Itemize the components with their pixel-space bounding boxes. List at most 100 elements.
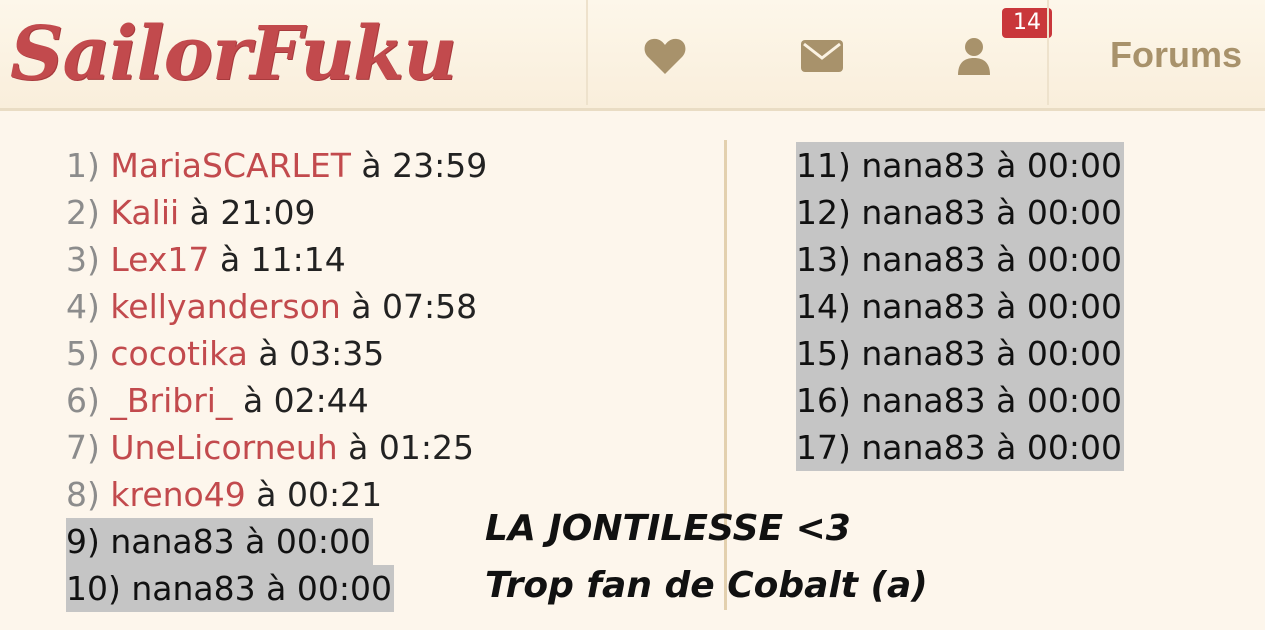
username-link[interactable]: kellyanderson (110, 287, 340, 326)
timestamp: 07:58 (381, 287, 478, 326)
ranking-row: 17) nana83 à 00:00 (796, 424, 1124, 471)
rank-number: 17) (796, 428, 851, 467)
rank-number: 5) (66, 334, 100, 373)
at-label: à (996, 146, 1017, 185)
timestamp: 11:14 (250, 240, 346, 279)
username-link[interactable]: nana83 (861, 428, 985, 467)
rank-number: 8) (66, 475, 100, 514)
username-link[interactable]: Kalii (110, 193, 179, 232)
ranking-entry: 9) nana83 à 00:00 (66, 518, 373, 565)
rank-number: 4) (66, 287, 100, 326)
rank-number: 16) (796, 381, 851, 420)
site-header: SailorFuku 14 Forums (0, 0, 1265, 111)
username-link[interactable]: UneLicorneuh (110, 428, 337, 467)
username-link[interactable]: nana83 (110, 522, 234, 561)
ranking-row: 3) Lex17 à 11:14 (66, 236, 487, 283)
username-link[interactable]: nana83 (861, 240, 985, 279)
at-label: à (996, 381, 1017, 420)
envelope-icon (801, 40, 843, 72)
username-link[interactable]: nana83 (861, 381, 985, 420)
at-label: à (266, 569, 287, 608)
ranking-entry: 7) UneLicorneuh à 01:25 (66, 428, 474, 467)
ranking-row: 10) nana83 à 00:00 (66, 565, 487, 612)
profile-button[interactable] (952, 34, 996, 78)
rank-number: 2) (66, 193, 100, 232)
forums-link[interactable]: Forums (1110, 30, 1242, 80)
ranking-list-right: 11) nana83 à 00:00 12) nana83 à 00:00 13) … (796, 142, 1124, 471)
ranking-entry: 11) nana83 à 00:00 (796, 142, 1124, 189)
at-label: à (258, 334, 279, 373)
ranking-row: 1) MariaSCARLET à 23:59 (66, 142, 487, 189)
at-label: à (219, 240, 241, 279)
ranking-entry: 15) nana83 à 00:00 (796, 330, 1124, 377)
at-label: à (256, 475, 277, 514)
favorites-button[interactable] (643, 34, 687, 78)
rank-number: 15) (796, 334, 851, 373)
username-link[interactable]: kreno49 (110, 475, 245, 514)
caption-line-2: Trop fan de Cobalt (a) (485, 565, 928, 606)
ranking-list-left: 1) MariaSCARLET à 23:59 2) Kalii à 21:09 3… (66, 142, 487, 612)
at-label: à (189, 193, 210, 232)
rank-number: 6) (66, 381, 100, 420)
heart-icon (644, 38, 686, 74)
ranking-entry: 4) kellyanderson à 07:58 (66, 287, 477, 326)
timestamp: 21:09 (220, 193, 316, 232)
at-label: à (996, 287, 1017, 326)
at-label: à (996, 240, 1017, 279)
timestamp: 00:21 (286, 475, 383, 514)
username-link[interactable]: cocotika (110, 334, 248, 373)
username-link[interactable]: _Bribri_ (110, 381, 232, 420)
ranking-entry: 13) nana83 à 00:00 (796, 236, 1124, 283)
nav-divider (1047, 0, 1049, 105)
site-logo[interactable]: SailorFuku (10, 4, 457, 104)
timestamp: 03:35 (289, 334, 385, 373)
at-label: à (242, 381, 264, 420)
username-link[interactable]: nana83 (861, 146, 985, 185)
ranking-row: 5) cocotika à 03:35 (66, 330, 487, 377)
caption-line-1: LA JONTILESSE <3 (485, 508, 851, 549)
username-link[interactable]: MariaSCARLET (110, 146, 351, 185)
ranking-row: 9) nana83 à 00:00 (66, 518, 487, 565)
timestamp: 01:25 (378, 428, 475, 467)
ranking-row: 7) UneLicorneuh à 01:25 (66, 424, 487, 471)
at-label: à (996, 193, 1017, 232)
username-link[interactable]: Lex17 (110, 240, 209, 279)
at-label: à (351, 287, 372, 326)
ranking-row: 6) _Bribri_ à 02:44 (66, 377, 487, 424)
ranking-entry: 8) kreno49 à 00:21 (66, 475, 382, 514)
timestamp: 00:00 (1026, 381, 1122, 420)
timestamp: 00:00 (1026, 428, 1122, 467)
at-label: à (361, 146, 382, 185)
ranking-row: 16) nana83 à 00:00 (796, 377, 1124, 424)
rank-number: 14) (796, 287, 851, 326)
ranking-row: 13) nana83 à 00:00 (796, 236, 1124, 283)
ranking-entry: 3) Lex17 à 11:14 (66, 240, 346, 279)
ranking-entry: 5) cocotika à 03:35 (66, 334, 384, 373)
ranking-entry: 1) MariaSCARLET à 23:59 (66, 146, 487, 185)
username-link[interactable]: nana83 (861, 334, 985, 373)
timestamp: 00:00 (1026, 240, 1122, 279)
timestamp: 02:44 (273, 381, 369, 420)
username-link[interactable]: nana83 (861, 287, 985, 326)
at-label: à (348, 428, 369, 467)
ranking-entry: 6) _Bribri_ à 02:44 (66, 381, 369, 420)
username-link[interactable]: nana83 (131, 569, 255, 608)
timestamp: 23:59 (392, 146, 488, 185)
ranking-entry: 17) nana83 à 00:00 (796, 424, 1124, 471)
ranking-entry: 14) nana83 à 00:00 (796, 283, 1124, 330)
ranking-entry: 12) nana83 à 00:00 (796, 189, 1124, 236)
timestamp: 00:00 (1026, 287, 1122, 326)
rank-number: 13) (796, 240, 851, 279)
ranking-row: 8) kreno49 à 00:21 (66, 471, 487, 518)
messages-button[interactable] (800, 34, 844, 78)
rank-number: 7) (66, 428, 100, 467)
timestamp: 00:00 (1026, 334, 1122, 373)
at-label: à (996, 334, 1017, 373)
timestamp: 00:00 (296, 569, 392, 608)
timestamp: 00:00 (1026, 146, 1122, 185)
username-link[interactable]: nana83 (861, 193, 985, 232)
ranking-entry: 2) Kalii à 21:09 (66, 193, 316, 232)
ranking-entry: 10) nana83 à 00:00 (66, 565, 394, 612)
timestamp: 00:00 (1026, 193, 1122, 232)
ranking-row: 14) nana83 à 00:00 (796, 283, 1124, 330)
